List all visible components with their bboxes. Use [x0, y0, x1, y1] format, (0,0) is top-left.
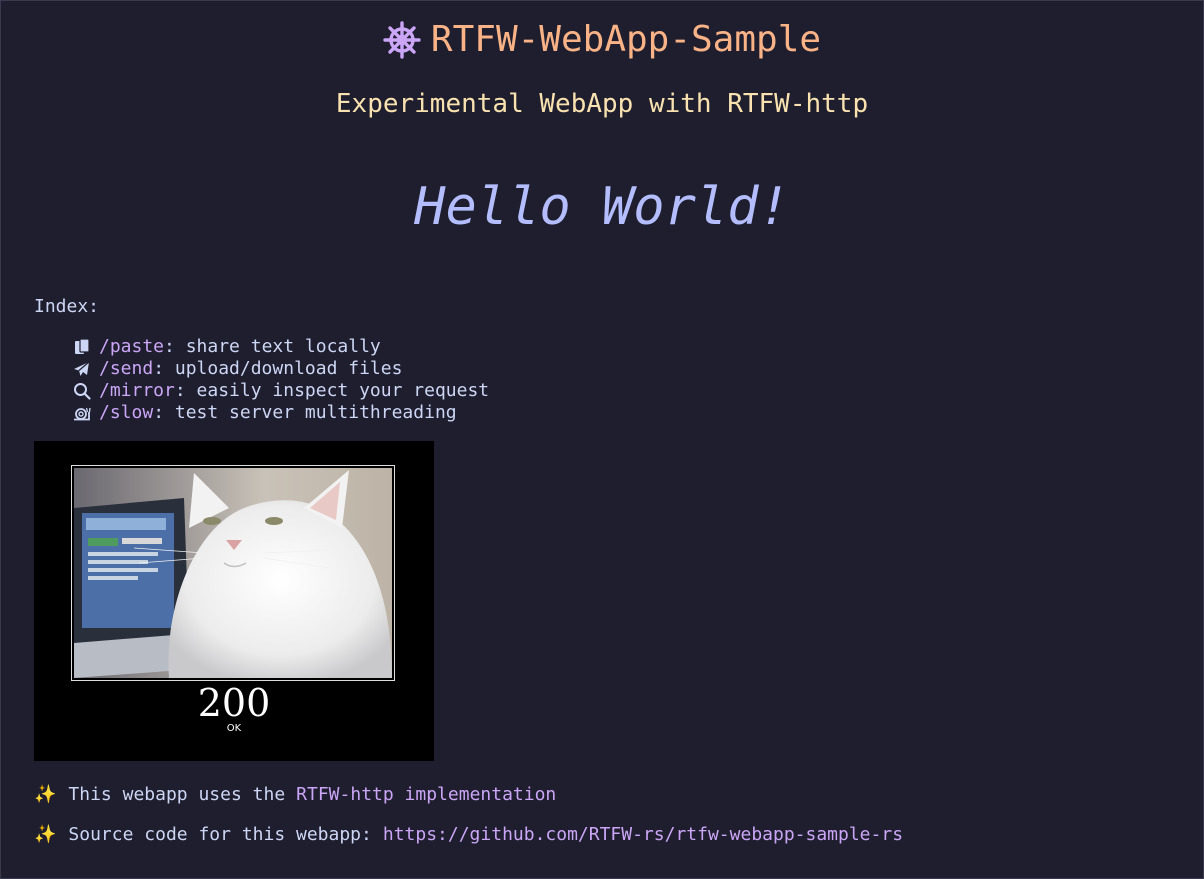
title-row: RTFW-WebApp-Sample — [383, 19, 821, 60]
mirror-description: : easily inspect your request — [174, 380, 490, 401]
cat-photo-frame — [71, 465, 395, 681]
source-code-link[interactable]: https://github.com/RTFW-rs/rtfw-webapp-s… — [383, 824, 903, 845]
status-cat-image: 200 OK — [34, 441, 434, 761]
slow-link[interactable]: /slow — [99, 402, 153, 424]
send-link[interactable]: /send — [99, 358, 153, 380]
paste-description: : share text locally — [164, 336, 381, 357]
paper-plane-icon — [74, 361, 90, 376]
search-icon — [74, 383, 91, 400]
sparkles-icon: ✨ — [34, 824, 57, 845]
footer-source-text: Source code for this webapp: — [68, 824, 372, 845]
implementation-link[interactable]: RTFW-http implementation — [296, 784, 556, 805]
footer-implementation-text: This webapp uses the — [68, 784, 286, 805]
cat-photo — [74, 468, 392, 678]
list-item: /send : upload/download files — [73, 358, 489, 380]
page-subtitle: Experimental WebApp with RTFW-http — [335, 89, 869, 119]
index-label: Index: — [34, 296, 100, 317]
slow-description: : test server multithreading — [153, 402, 457, 423]
snail-icon — [74, 407, 91, 421]
helm-wheel-icon — [383, 20, 421, 59]
status-code: 200 — [197, 681, 271, 725]
footer-implementation: ✨ This webapp uses the RTFW-http impleme… — [34, 784, 556, 805]
list-item: /mirror : easily inspect your request — [73, 380, 489, 402]
clipboard-icon — [75, 338, 90, 354]
hero-text: Hello World! — [414, 177, 790, 237]
list-item: /slow : test server multithreading — [73, 402, 489, 424]
paste-link[interactable]: /paste — [99, 336, 164, 358]
status-text: OK — [226, 723, 242, 734]
page-title: RTFW-WebApp-Sample — [430, 19, 822, 60]
sparkles-icon: ✨ — [34, 784, 57, 805]
list-item: /paste : share text locally — [73, 336, 489, 358]
mirror-link[interactable]: /mirror — [99, 380, 175, 402]
footer-source: ✨ Source code for this webapp: https://g… — [34, 824, 903, 845]
send-description: : upload/download files — [153, 358, 403, 379]
index-list: /paste : share text locally /send : uplo… — [73, 336, 489, 424]
page-header: RTFW-WebApp-Sample — [1, 19, 1203, 63]
